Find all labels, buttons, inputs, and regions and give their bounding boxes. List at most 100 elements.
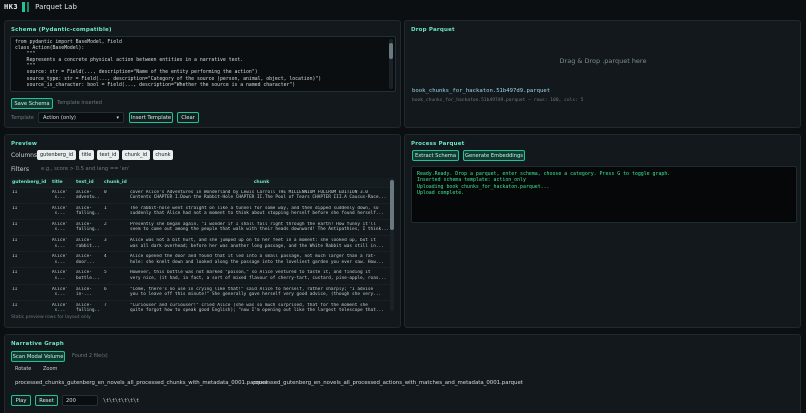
column-chip-chunk[interactable]: chunk: [153, 150, 173, 160]
cell-chunk-text: Alice was not a bit hurt, and she jumped…: [130, 238, 384, 249]
cell-gutenberg-id-text: 11: [12, 189, 18, 195]
cell-chunk-id: 3: [102, 235, 128, 252]
preview-panel-title: Preview: [11, 141, 38, 147]
cell-chunk-text: "Curiouser and curiouser!" cried Alice (…: [130, 302, 384, 314]
preview-column-header[interactable]: chunk: [128, 178, 395, 187]
cell-gutenberg-id: 11: [10, 267, 50, 285]
extract-schema-button[interactable]: Extract Schema: [412, 150, 459, 161]
cell-chunk-id-text: 6: [104, 286, 107, 292]
cell-gutenberg-id: 11: [10, 299, 50, 316]
cell-chunk: The rabbit-hole went straight on like a …: [128, 202, 395, 220]
table-row[interactable]: 11 Alice' s... alice- falling... 2 Presently…: [10, 218, 395, 236]
preview-column-header[interactable]: chunk_id: [102, 178, 128, 187]
graph-file-chunks[interactable]: processed_chunks_gutenberg_en_novels_all…: [15, 380, 268, 386]
rotate-label[interactable]: Rotate: [15, 366, 31, 372]
table-row[interactable]: 11 Alice' s... alice- in-... 6 "Come, there'…: [10, 283, 395, 301]
cell-gutenberg-id-text: 11: [12, 302, 18, 308]
cell-chunk-id-text: 3: [104, 238, 107, 244]
cell-gutenberg-id: 11: [10, 186, 50, 204]
table-row[interactable]: 11 Alice' s... alice- rabbit... 3 Alice was …: [10, 235, 395, 252]
cell-text-id: alice- falling...: [74, 299, 102, 316]
insert-template-button[interactable]: Insert Template: [129, 112, 173, 123]
cell-title-text: Alice' s...: [52, 189, 68, 201]
cell-chunk: Presently she began again. "I wonder if …: [128, 218, 395, 236]
table-row[interactable]: 11 Alice' s... alice- falling... 1 The rabbi…: [10, 202, 395, 220]
cell-title: Alice' s...: [50, 235, 74, 252]
cell-chunk-text: cover Alice's Adventures in Wonderland b…: [130, 189, 387, 201]
cell-chunk: "Curiouser and curiouser!" cried Alice (…: [128, 299, 395, 316]
cell-chunk-text: The rabbit-hole went straight on like a …: [130, 205, 384, 217]
cell-gutenberg-id: 11: [10, 251, 50, 268]
cell-text-id: alice- bottle...: [74, 267, 102, 285]
chevron-down-icon: ▾: [116, 114, 119, 121]
filters-input[interactable]: e.g., score > 0.5 and lang == 'en': [41, 166, 130, 172]
table-row[interactable]: 11 Alice' s... alice- bottle... 5 However, t…: [10, 267, 395, 285]
cell-text-id: alice- rabbit...: [74, 235, 102, 252]
top-bar: HK3 Parquet Lab: [0, 0, 806, 13]
column-chip-gutenberg-id[interactable]: gutenberg_id: [37, 150, 76, 160]
cell-gutenberg-id-text: 11: [12, 221, 18, 227]
preview-scrollbar[interactable]: [390, 178, 394, 311]
cell-chunk-text: "Come, there's no use in crying like tha…: [130, 286, 382, 298]
cell-chunk-id-text: 7: [104, 302, 107, 308]
cell-chunk-id: 5: [102, 267, 128, 285]
log-line: Upload complete.: [417, 190, 465, 197]
cell-chunk-id-text: 2: [104, 221, 107, 227]
cell-gutenberg-id-text: 11: [12, 286, 18, 292]
cell-title: Alice' s...: [50, 283, 74, 301]
column-chip-chunk-id[interactable]: chunk_id: [122, 150, 150, 160]
schema-editor-scrollbar[interactable]: [389, 39, 393, 89]
cell-gutenberg-id-text: 11: [12, 205, 18, 211]
clear-button[interactable]: Clear: [177, 112, 199, 123]
cell-title-text: Alice' s...: [52, 238, 68, 249]
cell-text-id-text: alice- adventu...: [76, 189, 100, 201]
cell-text-id-text: alice- bottle...: [76, 270, 100, 282]
cell-chunk-id-text: 5: [104, 270, 107, 276]
cell-text-id-text: alice- falling...: [76, 302, 100, 314]
zoom-label[interactable]: Zoom: [43, 366, 57, 372]
cell-chunk-id: 2: [102, 218, 128, 236]
drop-zone[interactable]: Drag & Drop .parquet here: [408, 37, 798, 85]
cell-chunk: cover Alice's Adventures in Wonderland b…: [128, 186, 395, 204]
cell-text-id-text: alice- falling...: [76, 205, 100, 217]
schema-code-line: source_is_character: bool = Field(..., d…: [15, 82, 296, 88]
columns-label: Columns: [11, 152, 38, 159]
frames-input[interactable]: 200: [62, 395, 98, 406]
column-chip-text-id[interactable]: text_id: [97, 150, 119, 160]
graph-file-actions[interactable]: processed_gutenberg_en_novels_all_proces…: [253, 380, 523, 386]
cell-text-id-text: alice- door...: [76, 254, 95, 265]
table-row[interactable]: 11 Alice' s... alice- falling... 7 "Curiouse…: [10, 299, 395, 316]
preview-column-header[interactable]: gutenberg_id: [10, 178, 50, 187]
app-title: Parquet Lab: [35, 2, 77, 11]
dropped-file-name: book_chunks_for_hackaton.51b497d9.parque…: [412, 88, 551, 94]
table-row[interactable]: 11 Alice' s... alice- adventu... 0 cover Ali…: [10, 186, 395, 204]
app-logo: HK3: [4, 2, 19, 11]
column-chip-title[interactable]: title: [79, 150, 94, 160]
save-schema-button[interactable]: Save Schema: [11, 98, 53, 109]
cell-text-id: alice- falling...: [74, 218, 102, 236]
cell-chunk-text: Alice opened the door and found that it …: [130, 254, 384, 265]
cell-text-id-text: alice- falling...: [76, 221, 100, 233]
cell-title: Alice' s...: [50, 202, 74, 220]
schema-panel-title: Schema (Pydantic-compatible): [11, 27, 112, 33]
dropped-file-meta: book_chunks_for_hackaton.51b497d9.parque…: [412, 98, 584, 103]
generate-embeddings-button[interactable]: Generate Embeddings: [463, 150, 525, 161]
scan-modal-volume-button[interactable]: Scan Modal Volume: [11, 351, 65, 362]
cell-gutenberg-id: 11: [10, 202, 50, 220]
cell-title: Alice' s...: [50, 186, 74, 204]
play-button[interactable]: Play: [11, 395, 31, 406]
cell-text-id: alice- in-...: [74, 283, 102, 301]
template-select[interactable]: Action (only) ▾: [38, 112, 124, 123]
cell-text-id: alice- door...: [74, 251, 102, 268]
preview-column-header[interactable]: text_id: [74, 178, 102, 187]
preview-scrollbar-thumb[interactable]: [390, 180, 394, 230]
schema-editor[interactable]: from pydantic import BaseModel, Field cla…: [10, 36, 396, 92]
table-row[interactable]: 11 Alice' s... alice- door... 4 Alice opened…: [10, 251, 395, 268]
cell-chunk-id: 1: [102, 202, 128, 220]
cell-text-id-text: alice- rabbit...: [76, 238, 100, 249]
cell-chunk-id-text: 0: [104, 189, 107, 195]
reset-button[interactable]: Reset: [35, 395, 58, 406]
cell-chunk-id: 0: [102, 186, 128, 204]
preview-column-header[interactable]: title: [50, 178, 74, 187]
scrollbar-thumb[interactable]: [389, 43, 393, 59]
